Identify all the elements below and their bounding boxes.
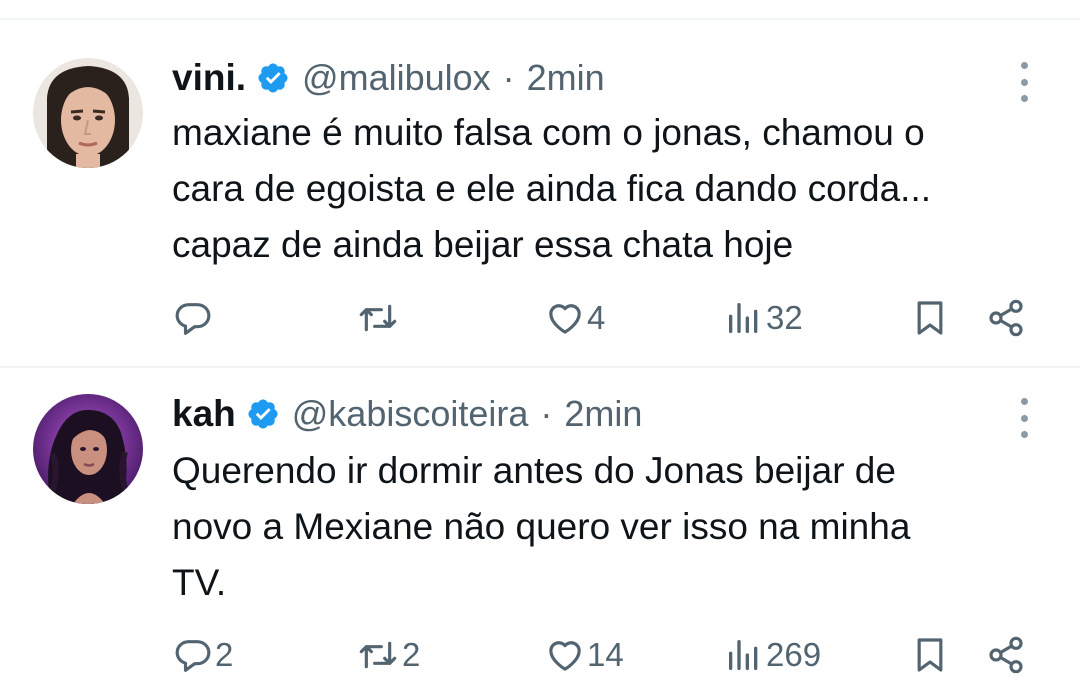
views-icon [724,635,764,675]
share-icon [986,635,1026,675]
bookmark-icon [910,635,950,675]
timestamp[interactable]: 2min [527,57,605,99]
reply-icon [173,298,213,338]
separator: · [540,393,553,434]
retweet-count: 2 [402,636,421,673]
bookmark-icon [910,298,950,338]
views-button[interactable]: 269 [724,630,821,680]
tweet[interactable]: vini. @malibulox · 2min maxiane é muito … [0,20,1080,366]
view-count: 269 [766,636,822,673]
reply-button[interactable]: 2 [173,630,233,680]
tweet-text: Querendo ir dormir antes do Jonas beijar… [172,450,911,603]
like-icon [545,298,585,338]
tweet-header: vini. @malibulox · 2min [172,53,605,103]
retweet-button[interactable]: 2 [356,630,420,680]
user-handle[interactable]: @kabiscoiteira [292,393,529,435]
like-icon [545,635,585,675]
reply-icon [173,635,213,675]
tweet-text: maxiane é muito falsa com o jonas, chamo… [172,112,932,265]
retweet-icon [356,635,400,675]
tweet[interactable]: kah @kabiscoiteira · 2min Querendo ir do… [0,368,1080,688]
more-icon[interactable] [1012,62,1036,102]
verified-badge-icon [256,61,290,95]
tweet-header: kah @kabiscoiteira · 2min [172,389,642,439]
retweet-icon [356,298,400,338]
more-icon[interactable] [1012,398,1036,438]
like-count: 14 [587,636,624,673]
share-button[interactable] [986,293,1026,343]
display-name[interactable]: vini. [172,57,246,99]
like-count: 4 [587,299,606,336]
avatar[interactable] [33,394,143,504]
views-button[interactable]: 32 [724,293,803,343]
timestamp[interactable]: 2min [564,393,642,435]
avatar[interactable] [33,58,143,168]
bookmark-button[interactable] [910,293,950,343]
like-button[interactable]: 14 [545,630,624,680]
reply-count: 2 [215,636,234,673]
reply-button[interactable] [173,293,215,343]
display-name[interactable]: kah [172,393,236,435]
action-bar: 2 2 14 269 [0,630,1080,680]
action-bar: 4 32 [0,293,1080,343]
bookmark-button[interactable] [910,630,950,680]
verified-badge-icon [246,397,280,431]
like-button[interactable]: 4 [545,293,605,343]
user-handle[interactable]: @malibulox [302,57,491,99]
separator: · [502,57,515,98]
views-icon [724,298,764,338]
view-count: 32 [766,299,803,336]
retweet-button[interactable] [356,293,402,343]
share-button[interactable] [986,630,1026,680]
share-icon [986,298,1026,338]
